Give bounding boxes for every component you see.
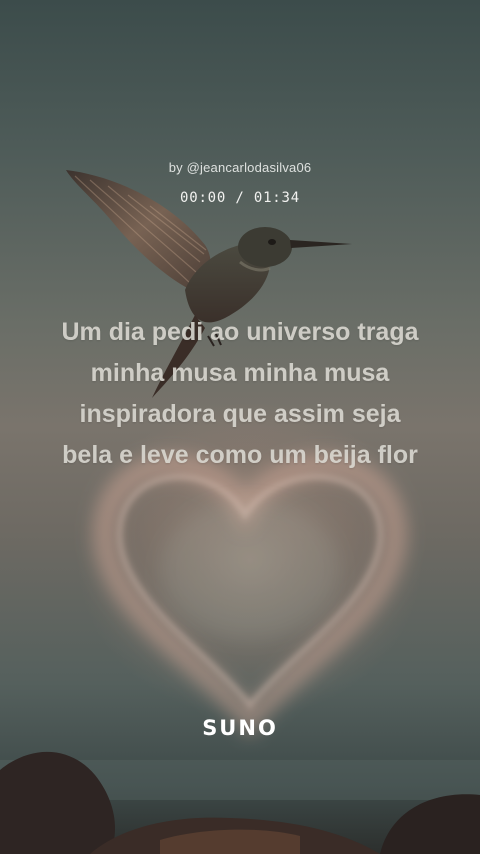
playback-timer: 00:00 / 01:34 [0,190,480,206]
lyric-line: Um dia pedi ao universo traga [61,318,419,346]
lyrics-block: Um dia pedi ao universo traga minha musa… [30,312,450,476]
lyric-video-frame: by @jeancarlodasilva06 00:00 / 01:34 Um … [0,0,480,854]
lyric-line: bela e leve como um beija flor [62,441,418,469]
time-current: 00:00 [179,190,227,206]
lyric-line: minha musa minha musa [90,359,390,387]
suno-logo: SUNO [202,716,278,740]
author-credit: by @jeancarlodasilva06 [168,160,312,175]
time-separator: / [235,190,245,206]
lyric-line: inspiradora que assim seja [79,400,401,428]
time-total: 01:34 [253,190,300,206]
